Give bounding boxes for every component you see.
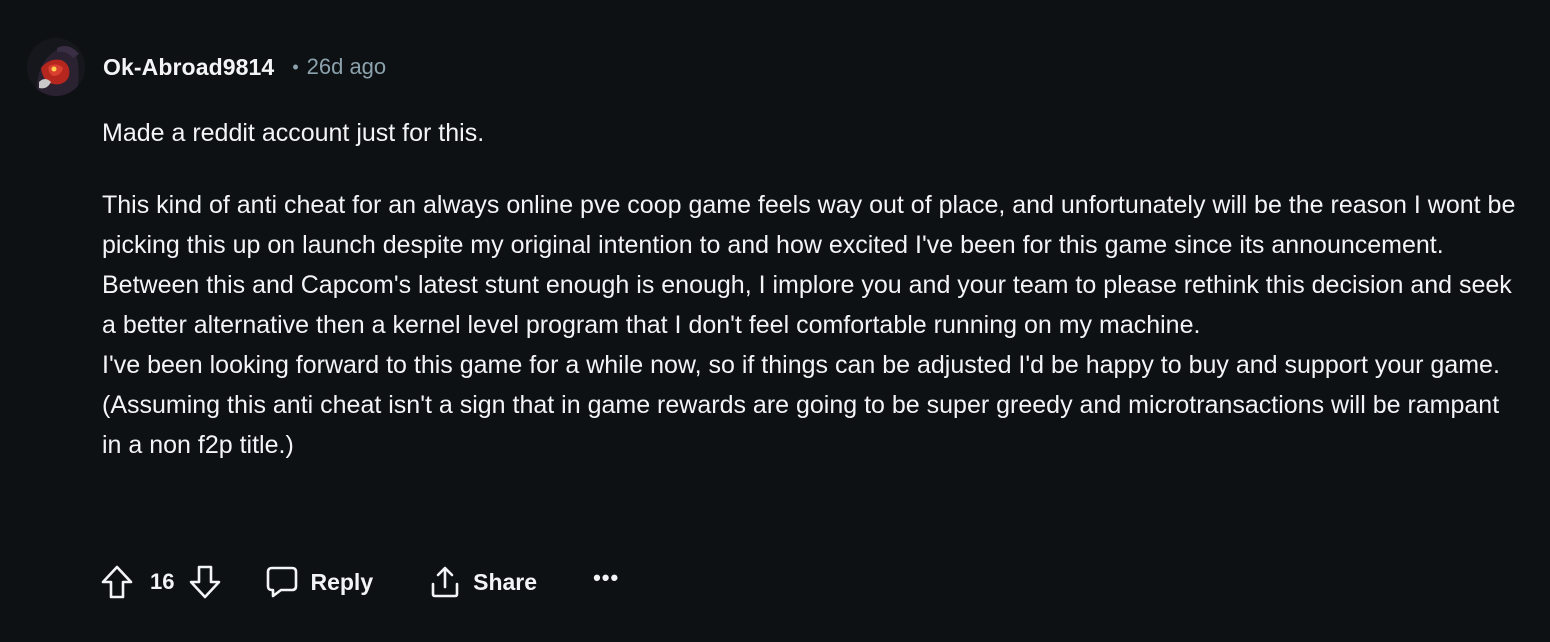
meta-separator: • bbox=[292, 56, 299, 77]
username-link[interactable]: Ok-Abroad9814 bbox=[103, 54, 274, 81]
comment-action-bar: 16 Reply Share ••• bbox=[100, 558, 619, 606]
upvote-button[interactable] bbox=[100, 564, 134, 600]
reply-label: Reply bbox=[310, 568, 374, 595]
comment-paragraph: This kind of anti cheat for an always on… bbox=[102, 191, 1516, 459]
vote-score: 16 bbox=[150, 569, 175, 594]
comment-paragraph: Made a reddit account just for this. bbox=[102, 119, 485, 147]
comment-bubble-icon bbox=[267, 566, 298, 598]
arrow-down-icon bbox=[190, 565, 221, 599]
arrow-up-icon bbox=[101, 565, 133, 599]
avatar-icon bbox=[27, 38, 85, 96]
share-icon bbox=[431, 566, 459, 598]
comment-meta: Ok-Abroad9814 • 26d ago bbox=[103, 52, 386, 82]
timestamp[interactable]: 26d ago bbox=[307, 54, 387, 80]
comment-body: Made a reddit account just for this. Thi… bbox=[102, 113, 1522, 465]
more-options-button[interactable]: ••• bbox=[593, 567, 619, 597]
vote-controls: 16 bbox=[100, 564, 222, 600]
reply-button[interactable]: Reply bbox=[266, 565, 373, 599]
share-button[interactable]: Share bbox=[429, 565, 537, 599]
downvote-button[interactable] bbox=[188, 564, 222, 600]
avatar[interactable] bbox=[27, 38, 85, 96]
share-label: Share bbox=[473, 568, 538, 595]
